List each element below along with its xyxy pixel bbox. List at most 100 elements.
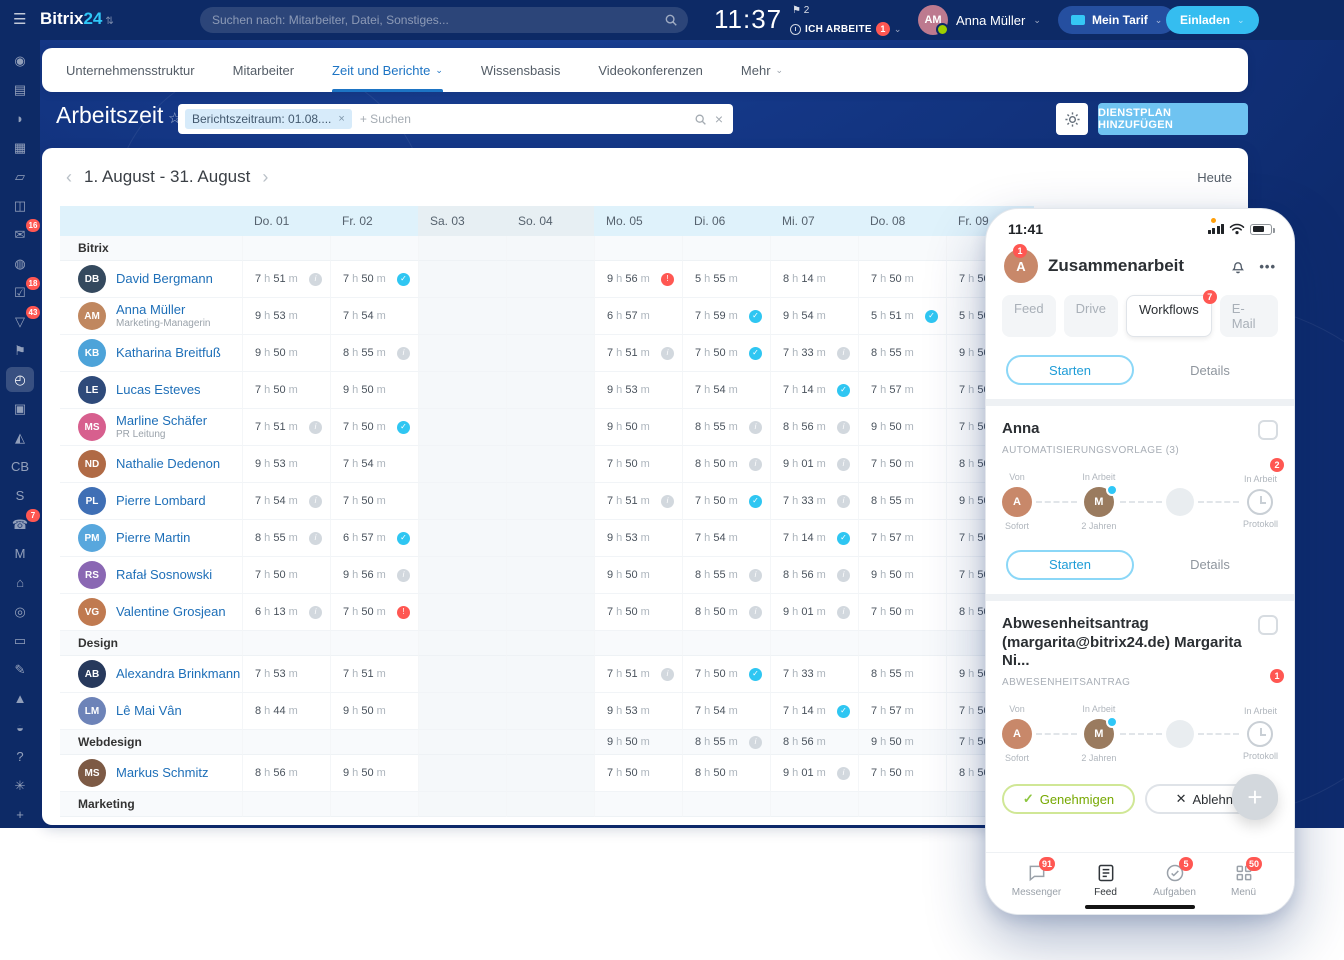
drive-icon[interactable]: ◫	[6, 193, 34, 218]
employee-link[interactable]: Katharina Breitfuß	[116, 346, 221, 361]
target-icon[interactable]: ◎	[6, 599, 34, 624]
news-icon[interactable]: ▤	[6, 77, 34, 102]
employee-link[interactable]: Lê Mai Vân	[116, 704, 182, 719]
market-icon[interactable]: ⚑	[6, 338, 34, 363]
more-icon[interactable]: •••	[1259, 259, 1276, 274]
details-button[interactable]: Details	[1190, 363, 1230, 378]
edit-icon[interactable]: ✎	[6, 657, 34, 682]
nav-tab-3[interactable]: Wissensbasis	[481, 48, 560, 92]
employee-link[interactable]: Alexandra Brinkmann	[116, 667, 240, 682]
employee-link[interactable]: Nathalie Dedenon	[116, 457, 220, 472]
add-icon[interactable]: +	[6, 802, 34, 827]
chat-icon[interactable]: ◗	[6, 106, 34, 131]
stream-icon[interactable]: ▣	[6, 396, 34, 421]
nav-messenger[interactable]: Messenger 91	[1002, 863, 1071, 898]
work-status-toggle[interactable]: ICH ARBEITE 1 ⌄	[790, 22, 901, 36]
time-cell: 9 h 56 mi	[330, 557, 418, 594]
help-icon[interactable]: ?	[6, 744, 34, 769]
nav-tab-5[interactable]: Mehr⌄	[741, 48, 783, 92]
workflow-card[interactable]: Anna AUTOMATISIERUNGSVORLAGE (3) 2 VonAS…	[986, 406, 1294, 546]
chart-icon[interactable]: ▲	[6, 686, 34, 711]
mobile-app-preview: 11:41 A1 Zusammenarbeit ••• Feed Drive W…	[985, 208, 1295, 915]
nav-tasks[interactable]: Aufgaben 5	[1140, 863, 1209, 898]
home-icon[interactable]: ⌂	[6, 570, 34, 595]
workspace-s-item[interactable]: S	[6, 483, 34, 508]
time-cell	[594, 792, 682, 817]
analytics-icon[interactable]: ◭	[6, 425, 34, 450]
workspace-m-item[interactable]: M	[6, 541, 34, 566]
employee-cell: LELucas Esteves	[60, 372, 242, 409]
time-cell	[770, 792, 858, 817]
filter-search-icon[interactable]	[694, 113, 707, 126]
employee-link[interactable]: Pierre Martin	[116, 531, 190, 546]
notifications-bell-icon[interactable]	[1229, 257, 1247, 275]
settings-icon[interactable]: ✳	[6, 773, 34, 798]
timeman-icon[interactable]: ◴	[6, 367, 34, 392]
search-icon[interactable]	[664, 13, 678, 27]
plan-button[interactable]: Mein Tarif ⌄	[1058, 6, 1175, 34]
nav-tab-1[interactable]: Mitarbeiter	[233, 48, 294, 92]
sales-funnel-icon[interactable]: ▽43	[6, 309, 34, 334]
add-schedule-button[interactable]: DIENSTPLAN HINZUFÜGEN	[1098, 103, 1248, 135]
employee-link[interactable]: Markus Schmitz	[116, 766, 208, 781]
employee-link[interactable]: David Bergmann	[116, 272, 213, 287]
tasks-icon[interactable]: ☑18	[6, 280, 34, 305]
calendar-icon[interactable]: ▦	[6, 135, 34, 160]
bitrix-logo[interactable]: Bitrix24⇅	[40, 9, 114, 29]
documents-icon[interactable]: ▱	[6, 164, 34, 189]
chevron-down-icon: ⌄	[894, 24, 902, 35]
user-menu[interactable]: AM Anna Müller ⌄	[918, 5, 1041, 35]
employee-link[interactable]: Valentine Grosjean	[116, 605, 226, 620]
workspace-cb-item[interactable]: CB	[6, 454, 34, 479]
workflow-checkbox[interactable]	[1258, 615, 1278, 635]
nav-feed[interactable]: Feed	[1071, 863, 1140, 898]
group-label: Marketing	[60, 792, 242, 817]
avatar[interactable]: A1	[1004, 249, 1038, 283]
work-clock[interactable]: 11:37	[714, 4, 782, 35]
start-button[interactable]: Starten	[1006, 355, 1135, 385]
nav-menu[interactable]: Menü 50	[1209, 863, 1278, 898]
time-cell	[682, 236, 770, 261]
settings-gear-button[interactable]	[1056, 103, 1088, 135]
mail-icon[interactable]: ✉16	[6, 222, 34, 247]
tab-email[interactable]: E-Mail	[1220, 295, 1278, 337]
filter-search-placeholder[interactable]: + Suchen	[360, 112, 686, 126]
tab-drive[interactable]: Drive	[1064, 295, 1118, 337]
more-apps-icon[interactable]: ◒	[6, 715, 34, 740]
remove-filter-icon[interactable]: ×	[338, 113, 344, 125]
today-link[interactable]: Heute	[1197, 170, 1232, 185]
filter-chip[interactable]: Berichtszeitraum: 01.08....×	[185, 109, 352, 129]
invite-button[interactable]: Einladen ⌄	[1166, 6, 1259, 34]
phone-tabs: Feed Drive Workflows7 E-Mail	[986, 291, 1294, 351]
add-fab-button[interactable]: +	[1232, 774, 1278, 820]
employee-link[interactable]: Marline Schäfer	[116, 414, 207, 429]
clipboard-icon[interactable]: ▭	[6, 628, 34, 653]
time-cell: 7 h 50 m	[858, 446, 946, 483]
nav-tab-2[interactable]: Zeit und Berichte⌄	[332, 48, 443, 92]
clear-filter-icon[interactable]: ×	[715, 111, 723, 127]
tab-workflows[interactable]: Workflows7	[1126, 295, 1212, 337]
employee-link[interactable]: Rafał Sosnowski	[116, 568, 212, 583]
hamburger-menu-icon[interactable]: ☰	[13, 10, 26, 28]
live-feed-icon[interactable]: ◉	[6, 48, 34, 73]
filter-bar[interactable]: Berichtszeitraum: 01.08....× + Suchen ×	[178, 104, 733, 134]
info-icon: i	[749, 569, 762, 582]
nav-tab-0[interactable]: Unternehmensstruktur	[66, 48, 195, 92]
next-period-icon[interactable]: ›	[258, 167, 272, 188]
crm-icon[interactable]: ◍	[6, 251, 34, 276]
workflow-checkbox[interactable]	[1258, 420, 1278, 440]
previous-period-icon[interactable]: ‹	[62, 167, 76, 188]
telephony-icon[interactable]: ☎7	[6, 512, 34, 537]
camera-indicator-dot	[1211, 218, 1216, 223]
workflow-card[interactable]: Abwesenheitsantrag (margarita@bitrix24.d…	[986, 601, 1294, 778]
global-search[interactable]	[200, 7, 688, 33]
tab-feed[interactable]: Feed	[1002, 295, 1056, 337]
employee-link[interactable]: Anna Müller	[116, 303, 211, 318]
details-button[interactable]: Details	[1190, 557, 1230, 572]
global-search-input[interactable]	[212, 13, 664, 27]
employee-link[interactable]: Lucas Esteves	[116, 383, 201, 398]
nav-tab-4[interactable]: Videokonferenzen	[598, 48, 703, 92]
start-button[interactable]: Starten	[1006, 550, 1135, 580]
employee-link[interactable]: Pierre Lombard	[116, 494, 206, 509]
approve-button[interactable]: ✓Genehmigen	[1002, 784, 1135, 814]
